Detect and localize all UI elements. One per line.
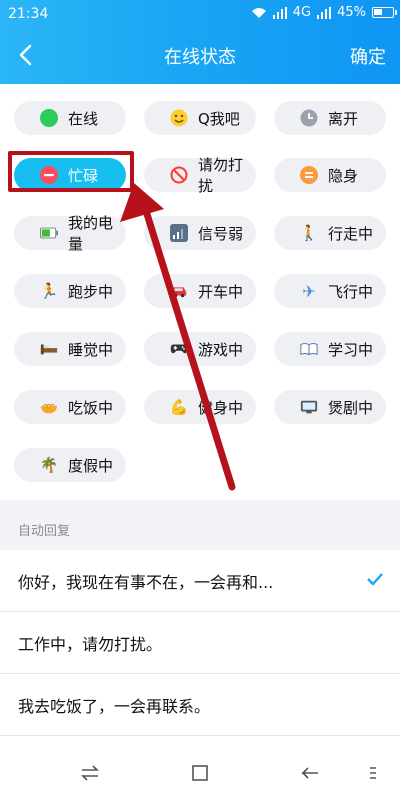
status-time: 21:34 [8,6,49,22]
palm-tree-icon: 🌴 [39,456,59,474]
status-chip-label: 睡觉中 [68,340,114,359]
status-chip-label: 度假中 [68,456,114,475]
switch-arrows-icon[interactable] [80,765,100,781]
tv-icon [300,398,318,416]
running-icon: 🏃 [39,282,59,300]
status-chip[interactable]: 游戏中 [144,332,256,366]
battery-icon [40,224,58,242]
system-nav-bar [0,745,400,800]
auto-reply-item[interactable]: 我去吃饭了，一会再联系。 [0,674,400,736]
minus-circle-icon [40,166,58,184]
status-bar: 21:34 4G 45% [0,0,400,28]
network-type: 4G [292,5,312,20]
status-indicators: 4G 45% [251,5,397,20]
wifi-icon [251,7,266,18]
walking-icon: 🚶 [299,224,319,242]
battery-percent: 45% [337,5,366,20]
auto-reply-text: 你好，我现在有事不在，一会再和... [18,572,274,592]
status-chip-label: 离开 [328,109,359,128]
auto-reply-item[interactable]: 工作中，请勿打扰。 [0,612,400,674]
status-grid: 在线 Q我吧 离开忙碌 请勿打扰 隐身我的电量 信号弱 🚶 行走中 🏃 跑步中 开车中 ✈ 飞行中睡觉中… [0,84,400,500]
status-chip[interactable]: 我的电量 [14,214,126,253]
signal-weak-icon [170,224,188,242]
auto-reply-text: 工作中，请勿打扰。 [18,634,163,654]
section-divider [0,500,400,510]
header: 21:34 4G 45% 在线状态 确定 [0,0,400,84]
status-chip-label: 开车中 [198,282,244,301]
signal-icon [272,6,287,19]
status-chip[interactable]: 隐身 [274,158,386,192]
equals-circle-icon [300,166,318,184]
back-arrow-icon[interactable] [300,765,320,781]
status-chip-label: 请勿打扰 [198,156,244,195]
status-chip[interactable]: 离开 [274,101,386,135]
status-chip[interactable]: 🌴 度假中 [14,448,126,482]
status-chip[interactable]: 睡觉中 [14,332,126,366]
status-chip[interactable]: 开车中 [144,274,256,308]
status-chip-label: 跑步中 [68,282,114,301]
noodle-bowl-icon [40,398,58,416]
status-chip[interactable]: 💪 健身中 [144,390,256,424]
status-chip[interactable]: 🏃 跑步中 [14,274,126,308]
status-chip-label: 行走中 [328,224,374,243]
status-chip-label: 游戏中 [198,340,244,359]
status-chip[interactable]: Q我吧 [144,101,256,135]
status-chip-label: 隐身 [328,166,359,185]
status-chip-label: 我的电量 [68,214,114,253]
status-chip[interactable]: 请勿打扰 [144,156,256,195]
gamepad-icon [170,340,188,358]
auto-reply-list: 你好，我现在有事不在，一会再和... 工作中，请勿打扰。我去吃饭了，一会再联系。 [0,550,400,736]
green-dot-icon [40,109,58,127]
nav-bar: 在线状态 确定 [0,28,400,84]
status-chip-label: 煲剧中 [328,398,374,417]
status-chip-label: 在线 [68,109,99,128]
status-chip-label: 学习中 [328,340,374,359]
status-chip[interactable]: 信号弱 [144,216,256,250]
signal-icon-2 [317,6,332,19]
status-chip[interactable]: 忙碌 [14,158,126,192]
status-chip[interactable]: 🚶 行走中 [274,216,386,250]
status-chip[interactable]: 学习中 [274,332,386,366]
menu-lines-icon[interactable] [368,765,378,781]
status-chip-label: 信号弱 [198,224,244,243]
bed-icon [40,340,58,358]
status-chip-label: 飞行中 [328,282,374,301]
page-title: 在线状态 [164,47,236,68]
auto-reply-label: 自动回复 [0,510,400,550]
home-square-icon[interactable] [190,765,210,781]
battery-icon [372,7,397,18]
smile-emoji-icon [170,109,188,127]
clock-icon [300,109,318,127]
airplane-icon: ✈ [302,281,316,301]
biceps-icon: 💪 [169,398,189,416]
book-icon [300,340,318,358]
auto-reply-item[interactable]: 你好，我现在有事不在，一会再和... [0,550,400,612]
car-icon [170,282,188,300]
confirm-button[interactable]: 确定 [350,43,386,69]
status-chip-label: Q我吧 [198,109,240,128]
checkmark-icon [367,573,383,586]
status-chip[interactable]: 煲剧中 [274,390,386,424]
status-chip[interactable]: 在线 [14,101,126,135]
status-chip-label: 忙碌 [68,166,99,185]
status-chip[interactable]: ✈ 飞行中 [274,274,386,308]
status-chip-label: 健身中 [198,398,244,417]
no-entry-icon [170,166,188,184]
status-chip-label: 吃饭中 [68,398,114,417]
auto-reply-text: 我去吃饭了，一会再联系。 [18,696,211,716]
status-chip[interactable]: 吃饭中 [14,390,126,424]
